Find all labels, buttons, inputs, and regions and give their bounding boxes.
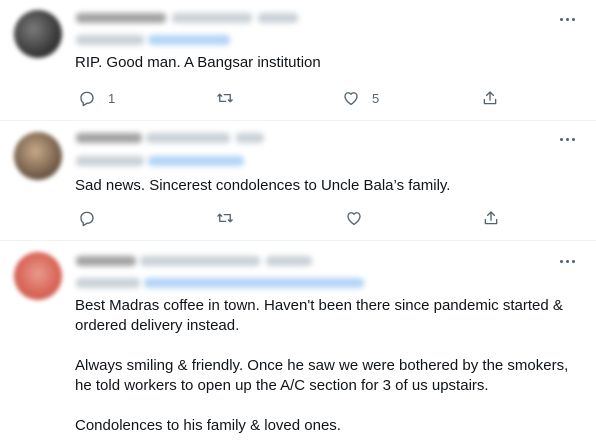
tweet[interactable]: Sad news. Sincerest condolences to Uncle… [0, 121, 596, 241]
share-button[interactable] [482, 206, 500, 230]
tweet-paragraph: Condolences to his family & loved ones. [75, 417, 341, 434]
tweet-text: Best Madras coffee in town. Haven't been… [75, 296, 576, 436]
tweet[interactable]: Best Madras coffee in town. Haven't been… [0, 241, 596, 440]
like-icon [344, 92, 358, 106]
replying-to-handle-blurred[interactable] [148, 156, 244, 166]
author-name-blurred[interactable] [76, 256, 136, 266]
more-options-icon[interactable] [558, 133, 578, 147]
avatar[interactable] [14, 252, 62, 300]
author-handle-blurred [140, 256, 260, 266]
author-name-blurred[interactable] [76, 133, 142, 143]
retweet-icon [217, 213, 233, 223]
tweet-text: Sad news. Sincerest condolences to Uncle… [75, 177, 451, 194]
timestamp-blurred[interactable] [266, 256, 312, 266]
author-handle-blurred [172, 13, 252, 23]
like-button[interactable]: 5 [342, 86, 379, 110]
reply-icon [80, 211, 94, 227]
replying-to-handle-blurred[interactable] [148, 35, 230, 45]
author-handle-blurred [146, 133, 230, 143]
author-name-blurred[interactable] [76, 13, 166, 23]
tweet[interactable]: RIP. Good man. A Bangsar institution 1 5 [0, 0, 596, 121]
replying-to-handles-blurred[interactable] [144, 278, 364, 288]
tweet-actions: 1 5 [68, 86, 508, 110]
avatar[interactable] [14, 132, 62, 180]
like-count: 5 [372, 90, 380, 106]
replying-to-label-blurred [76, 156, 144, 166]
tweet-actions [68, 206, 508, 230]
retweet-button[interactable] [216, 86, 234, 110]
retweet-button[interactable] [216, 206, 234, 230]
replying-to-label-blurred [76, 35, 144, 45]
reply-count: 1 [108, 90, 116, 106]
avatar[interactable] [14, 10, 62, 58]
reply-icon [80, 91, 94, 107]
timestamp-blurred[interactable] [258, 13, 298, 23]
reply-button[interactable]: 1 [78, 86, 115, 110]
like-icon [347, 212, 361, 226]
tweet-paragraph: Best Madras coffee in town. Haven't been… [75, 297, 563, 334]
tweet-paragraph: Always smiling & friendly. Once he saw w… [75, 357, 569, 394]
share-icon [483, 91, 497, 105]
more-options-icon[interactable] [558, 255, 578, 269]
share-icon [484, 211, 498, 225]
tweet-text: RIP. Good man. A Bangsar institution [75, 54, 321, 71]
timestamp-blurred[interactable] [236, 133, 264, 143]
like-button[interactable] [345, 206, 363, 230]
reply-button[interactable] [78, 206, 96, 230]
share-button[interactable] [481, 86, 499, 110]
retweet-icon [217, 93, 233, 103]
replying-to-label-blurred [76, 278, 140, 288]
more-options-icon[interactable] [558, 13, 578, 27]
